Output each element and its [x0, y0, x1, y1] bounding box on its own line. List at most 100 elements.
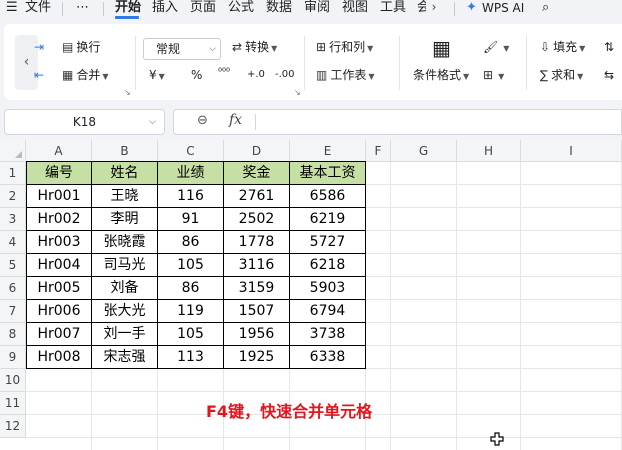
group-launcher-icon[interactable]: ↘ — [294, 88, 301, 97]
more-ribbon-icon-2[interactable]: ⇆ — [604, 66, 614, 84]
tab-scroll-right-button[interactable]: › — [426, 0, 442, 17]
row-header-7[interactable]: 7 — [0, 300, 26, 323]
currency-button[interactable]: ¥ ▼ — [149, 66, 165, 84]
table-cell[interactable]: 张晓霞 — [92, 231, 158, 254]
table-cell[interactable]: Hr002 — [26, 208, 92, 231]
align-icon-2[interactable]: ⇤ — [34, 66, 44, 84]
tab-page[interactable]: 页面 — [190, 0, 216, 16]
table-cell[interactable]: 3738 — [290, 323, 366, 346]
spreadsheet-grid[interactable]: ABCDEFGHI 1 2 3 4 5 6 7 8 9 10 11 12 编号 姓名 业绩 奖金 基本工资 Hr… — [0, 140, 622, 450]
table-cell[interactable]: Hr001 — [26, 185, 92, 208]
table-header-cell[interactable]: 姓名 — [92, 161, 158, 185]
tab-review[interactable]: 审阅 — [304, 0, 330, 16]
merge-button[interactable]: ▦ 合并 ▼ — [62, 66, 109, 84]
group-launcher-icon[interactable]: ↘ — [124, 88, 131, 97]
table-cell[interactable]: 113 — [158, 346, 224, 369]
tab-tools[interactable]: 工具 — [380, 0, 406, 16]
table-cell[interactable]: Hr007 — [26, 323, 92, 346]
table-cell[interactable]: 刘一手 — [92, 323, 158, 346]
column-header-i[interactable]: I — [521, 140, 622, 162]
border-button[interactable]: ⊞ ▼ — [483, 66, 504, 84]
table-cell[interactable]: 2502 — [224, 208, 290, 231]
select-all-corner[interactable] — [0, 140, 26, 162]
tab-insert[interactable]: 插入 — [152, 0, 178, 16]
column-header-h[interactable]: H — [457, 140, 521, 162]
tab-view[interactable]: 视图 — [342, 0, 368, 16]
tab-home[interactable]: 开始 — [115, 0, 141, 16]
tab-formula[interactable]: 公式 — [228, 0, 254, 16]
column-header-b[interactable]: B — [92, 140, 158, 162]
thousands-separator-button[interactable]: ⁰⁰⁰ — [218, 64, 230, 82]
row-header-1[interactable]: 1 — [0, 162, 26, 185]
table-cell[interactable]: 6586 — [290, 185, 366, 208]
table-cell[interactable]: 6794 — [290, 300, 366, 323]
column-header-f[interactable]: F — [366, 140, 391, 162]
sum-button[interactable]: ∑ 求和 ▼ — [540, 66, 583, 84]
row-header-6[interactable]: 6 — [0, 277, 26, 300]
table-cell[interactable]: 3116 — [224, 254, 290, 277]
table-cell[interactable]: 张大光 — [92, 300, 158, 323]
more-icon[interactable]: ⋯ — [76, 0, 89, 16]
worksheet-button[interactable]: ▥ 工作表 ▼ — [316, 66, 375, 84]
column-header-d[interactable]: D — [224, 140, 290, 162]
conditional-format-icon[interactable]: ▦ — [432, 36, 451, 60]
table-cell[interactable]: 宋志强 — [92, 346, 158, 369]
menu-file[interactable]: 文件 — [25, 0, 51, 16]
table-cell[interactable]: 1925 — [224, 346, 290, 369]
table-cell[interactable]: 91 — [158, 208, 224, 231]
table-header-cell[interactable]: 基本工资 — [290, 161, 366, 185]
table-cell[interactable]: 1507 — [224, 300, 290, 323]
table-cell[interactable]: 86 — [158, 277, 224, 300]
table-cell[interactable]: Hr004 — [26, 254, 92, 277]
column-header-c[interactable]: C — [158, 140, 224, 162]
fx-icon[interactable]: fx — [229, 112, 242, 128]
name-box[interactable]: K18 ⌵ — [4, 109, 165, 135]
wrap-text-button[interactable]: ▤ 换行 — [62, 38, 100, 56]
fill-button[interactable]: ⇩ 填充 ▼ — [540, 38, 585, 56]
table-cell[interactable]: 司马光 — [92, 254, 158, 277]
zoom-icon[interactable]: ⊖ — [197, 113, 208, 128]
decrease-decimal-button[interactable]: -.00 — [275, 66, 295, 84]
table-header-cell[interactable]: 编号 — [26, 161, 92, 185]
search-icon[interactable]: ⌕ — [542, 0, 549, 16]
percent-button[interactable]: % — [191, 66, 202, 84]
row-header-12[interactable]: 12 — [0, 415, 26, 438]
cell-style-button[interactable]: 🖌 ▼ — [483, 38, 509, 56]
conditional-format-button[interactable]: 条件格式 ▼ — [413, 66, 469, 84]
tab-data[interactable]: 数据 — [266, 0, 292, 16]
table-cell[interactable]: 6338 — [290, 346, 366, 369]
table-cell[interactable]: Hr003 — [26, 231, 92, 254]
formula-input[interactable]: ⊖ fx — [173, 109, 622, 135]
table-cell[interactable]: 6219 — [290, 208, 366, 231]
table-cell[interactable]: 1778 — [224, 231, 290, 254]
row-header-5[interactable]: 5 — [0, 254, 26, 277]
table-cell[interactable]: 116 — [158, 185, 224, 208]
increase-decimal-button[interactable]: +.0 — [247, 66, 265, 84]
table-cell[interactable]: Hr008 — [26, 346, 92, 369]
table-cell[interactable]: Hr005 — [26, 277, 92, 300]
wps-ai-button[interactable]: WPS AI — [482, 0, 524, 16]
rows-columns-button[interactable]: ⊞ 行和列 ▼ — [316, 38, 373, 56]
table-cell[interactable]: 李明 — [92, 208, 158, 231]
table-cell[interactable]: 119 — [158, 300, 224, 323]
table-header-cell[interactable]: 奖金 — [224, 161, 290, 185]
table-cell[interactable]: 5903 — [290, 277, 366, 300]
column-header-g[interactable]: G — [391, 140, 457, 162]
number-format-select[interactable]: 常规 ⌵ — [143, 38, 221, 60]
table-cell[interactable]: 105 — [158, 254, 224, 277]
column-header-a[interactable]: A — [26, 140, 92, 162]
table-cell[interactable]: 1956 — [224, 323, 290, 346]
table-cell[interactable]: 105 — [158, 323, 224, 346]
table-cell[interactable]: 86 — [158, 231, 224, 254]
convert-button[interactable]: ⇄ 转换 ▼ — [232, 38, 277, 56]
table-cell[interactable]: 王晓 — [92, 185, 158, 208]
row-header-10[interactable]: 10 — [0, 369, 26, 392]
wps-ai-icon[interactable]: ✦ — [466, 0, 477, 16]
align-icon[interactable]: ⇥ — [34, 38, 44, 56]
row-header-11[interactable]: 11 — [0, 392, 26, 415]
menu-icon[interactable]: ☰ — [6, 0, 18, 16]
chevron-down-icon[interactable]: ⌵ — [149, 110, 156, 134]
tab-member[interactable]: 会 — [417, 0, 426, 16]
table-cell[interactable]: Hr006 — [26, 300, 92, 323]
table-cell[interactable]: 2761 — [224, 185, 290, 208]
